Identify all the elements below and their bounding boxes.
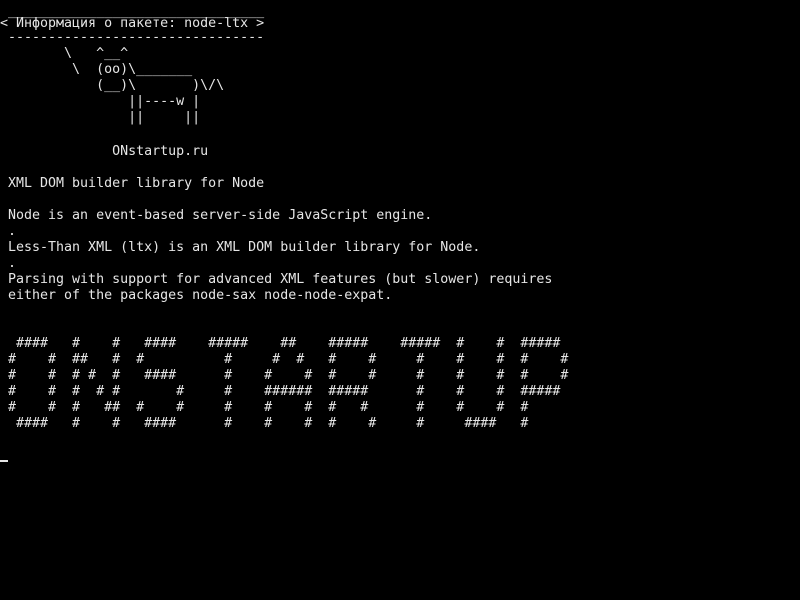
- description-line: Parsing with support for advanced XML fe…: [0, 272, 553, 287]
- cowsay-line: \ ^__^: [0, 46, 129, 61]
- cowsay-line: \ (oo)\_______: [0, 62, 193, 77]
- ascii-banner-line: # # # ## # # # # # # # # # # #: [0, 400, 529, 415]
- description-line: either of the packages node-sax node-nod…: [0, 288, 393, 303]
- description-line: Less-Than XML (ltx) is an XML DOM builde…: [0, 240, 481, 255]
- text-cursor: [0, 460, 8, 462]
- description-line: Node is an event-based server-side JavaS…: [0, 208, 433, 223]
- cowsay-line: || ||: [0, 110, 201, 125]
- ascii-banner-line: # # # # # #### # # # # # # # # # #: [0, 368, 569, 383]
- package-summary: XML DOM builder library for Node: [0, 176, 265, 191]
- ascii-banner-line: # # ## # # # # # # # # # # # #: [0, 352, 569, 367]
- site-name: ONstartup.ru: [0, 144, 209, 159]
- cowsay-line: --------------------------------: [0, 30, 265, 45]
- terminal-screen[interactable]: ________________________________ < Инфор…: [0, 0, 800, 600]
- cowsay-line: ||----w |: [0, 94, 201, 109]
- description-line: .: [0, 224, 17, 239]
- ascii-banner-line: #### # # #### ##### ## ##### ##### # # #…: [0, 336, 561, 351]
- description-line: .: [0, 256, 17, 271]
- ascii-banner-line: # # # # # # # ###### ##### # # # #####: [0, 384, 561, 399]
- ascii-banner-line: #### # # #### # # # # # # #### #: [0, 416, 529, 431]
- cowsay-line: (__)\ )\/\: [0, 78, 225, 93]
